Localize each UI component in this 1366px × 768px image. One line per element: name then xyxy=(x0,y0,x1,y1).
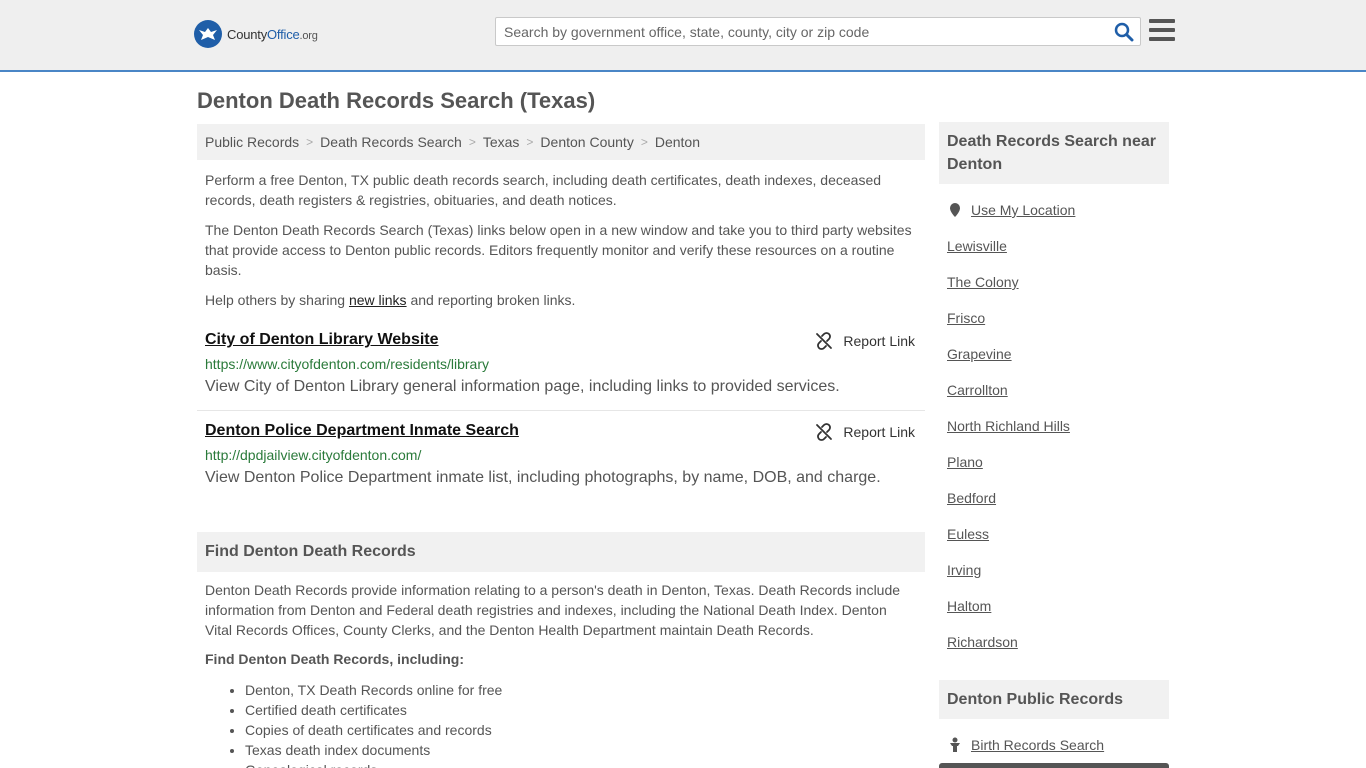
result-item: City of Denton Library Website Report Li… xyxy=(197,331,925,401)
search-box xyxy=(495,17,1141,46)
list-item: Denton, TX Death Records online for free xyxy=(245,680,502,700)
list-item: Genealogical records xyxy=(245,760,502,768)
report-link-button[interactable]: Report Link xyxy=(815,332,915,350)
breadcrumb-denton: Denton xyxy=(654,134,700,150)
map-pin-icon xyxy=(950,203,960,217)
search-input[interactable] xyxy=(496,18,1106,45)
baby-person-icon xyxy=(950,737,960,752)
sidebar-next-block-edge xyxy=(939,763,1169,768)
sidebar-city-link[interactable]: Frisco xyxy=(947,310,985,326)
result-url: http://dpdjailview.cityofdenton.com/ xyxy=(205,447,422,463)
result-item: Denton Police Department Inmate Search R… xyxy=(197,422,925,492)
sidebar-city-link[interactable]: Carrollton xyxy=(947,382,1008,398)
result-title-link[interactable]: Denton Police Department Inmate Search xyxy=(205,422,519,440)
result-description: View City of Denton Library general info… xyxy=(205,378,840,395)
hamburger-menu-button[interactable] xyxy=(1149,19,1175,43)
sidebar-city-link[interactable]: Haltom xyxy=(947,598,991,614)
result-url: https://www.cityofdenton.com/residents/l… xyxy=(205,356,490,372)
sidebar-city-link[interactable]: Plano xyxy=(947,454,983,470)
hamburger-icon xyxy=(1149,19,1175,23)
search-button[interactable] xyxy=(1114,22,1134,42)
find-including-subheading: Find Denton Death Records, including: xyxy=(205,651,464,667)
sidebar-near-heading: Death Records Search near Denton xyxy=(939,122,1169,184)
sidebar-city-link[interactable]: Bedford xyxy=(947,490,996,506)
logo-text: CountyOffice.org xyxy=(227,26,318,42)
broken-link-icon xyxy=(816,332,833,350)
breadcrumb-death-records-search[interactable]: Death Records Search xyxy=(320,134,462,150)
new-links-link[interactable]: new links xyxy=(349,292,407,308)
sidebar-public-records-heading: Denton Public Records xyxy=(939,680,1169,719)
top-header: CountyOffice.org xyxy=(0,0,1366,72)
sidebar-city-link[interactable]: Lewisville xyxy=(947,238,1007,254)
list-item: Texas death index documents xyxy=(245,740,502,760)
birth-records-search-link[interactable]: Birth Records Search xyxy=(947,737,1104,753)
breadcrumb: Public Records > Death Records Search > … xyxy=(197,124,925,160)
breadcrumb-denton-county[interactable]: Denton County xyxy=(540,134,633,150)
sidebar-city-link[interactable]: Euless xyxy=(947,526,989,542)
list-item: Certified death certificates xyxy=(245,700,502,720)
county-office-logo[interactable]: CountyOffice.org xyxy=(194,20,318,48)
find-records-list: Denton, TX Death Records online for free… xyxy=(245,680,502,768)
report-link-button[interactable]: Report Link xyxy=(815,423,915,441)
sidebar-city-link[interactable]: Irving xyxy=(947,562,981,578)
sidebar-city-link[interactable]: Richardson xyxy=(947,634,1018,650)
broken-link-icon xyxy=(816,423,833,441)
result-title-link[interactable]: City of Denton Library Website xyxy=(205,331,439,349)
divider xyxy=(197,410,925,411)
page-title: Denton Death Records Search (Texas) xyxy=(197,88,596,113)
use-my-location-link[interactable]: Use My Location xyxy=(947,202,1075,218)
intro-paragraph-2: The Denton Death Records Search (Texas) … xyxy=(205,222,912,278)
list-item: Copies of death certificates and records xyxy=(245,720,502,740)
sidebar-city-link[interactable]: The Colony xyxy=(947,274,1019,290)
find-death-records-body: Denton Death Records provide information… xyxy=(205,582,901,638)
intro-paragraph-1: Perform a free Denton, TX public death r… xyxy=(205,172,882,208)
breadcrumb-texas[interactable]: Texas xyxy=(483,134,520,150)
breadcrumb-public-records[interactable]: Public Records xyxy=(205,134,299,150)
eagle-seal-icon xyxy=(194,20,222,48)
sidebar-city-link[interactable]: Grapevine xyxy=(947,346,1012,362)
result-description: View Denton Police Department inmate lis… xyxy=(205,469,881,486)
sidebar-city-link[interactable]: North Richland Hills xyxy=(947,418,1070,434)
intro-paragraph-3: Help others by sharing new links and rep… xyxy=(205,292,576,308)
magnifier-icon xyxy=(1114,22,1134,42)
find-death-records-heading: Find Denton Death Records xyxy=(197,532,925,572)
